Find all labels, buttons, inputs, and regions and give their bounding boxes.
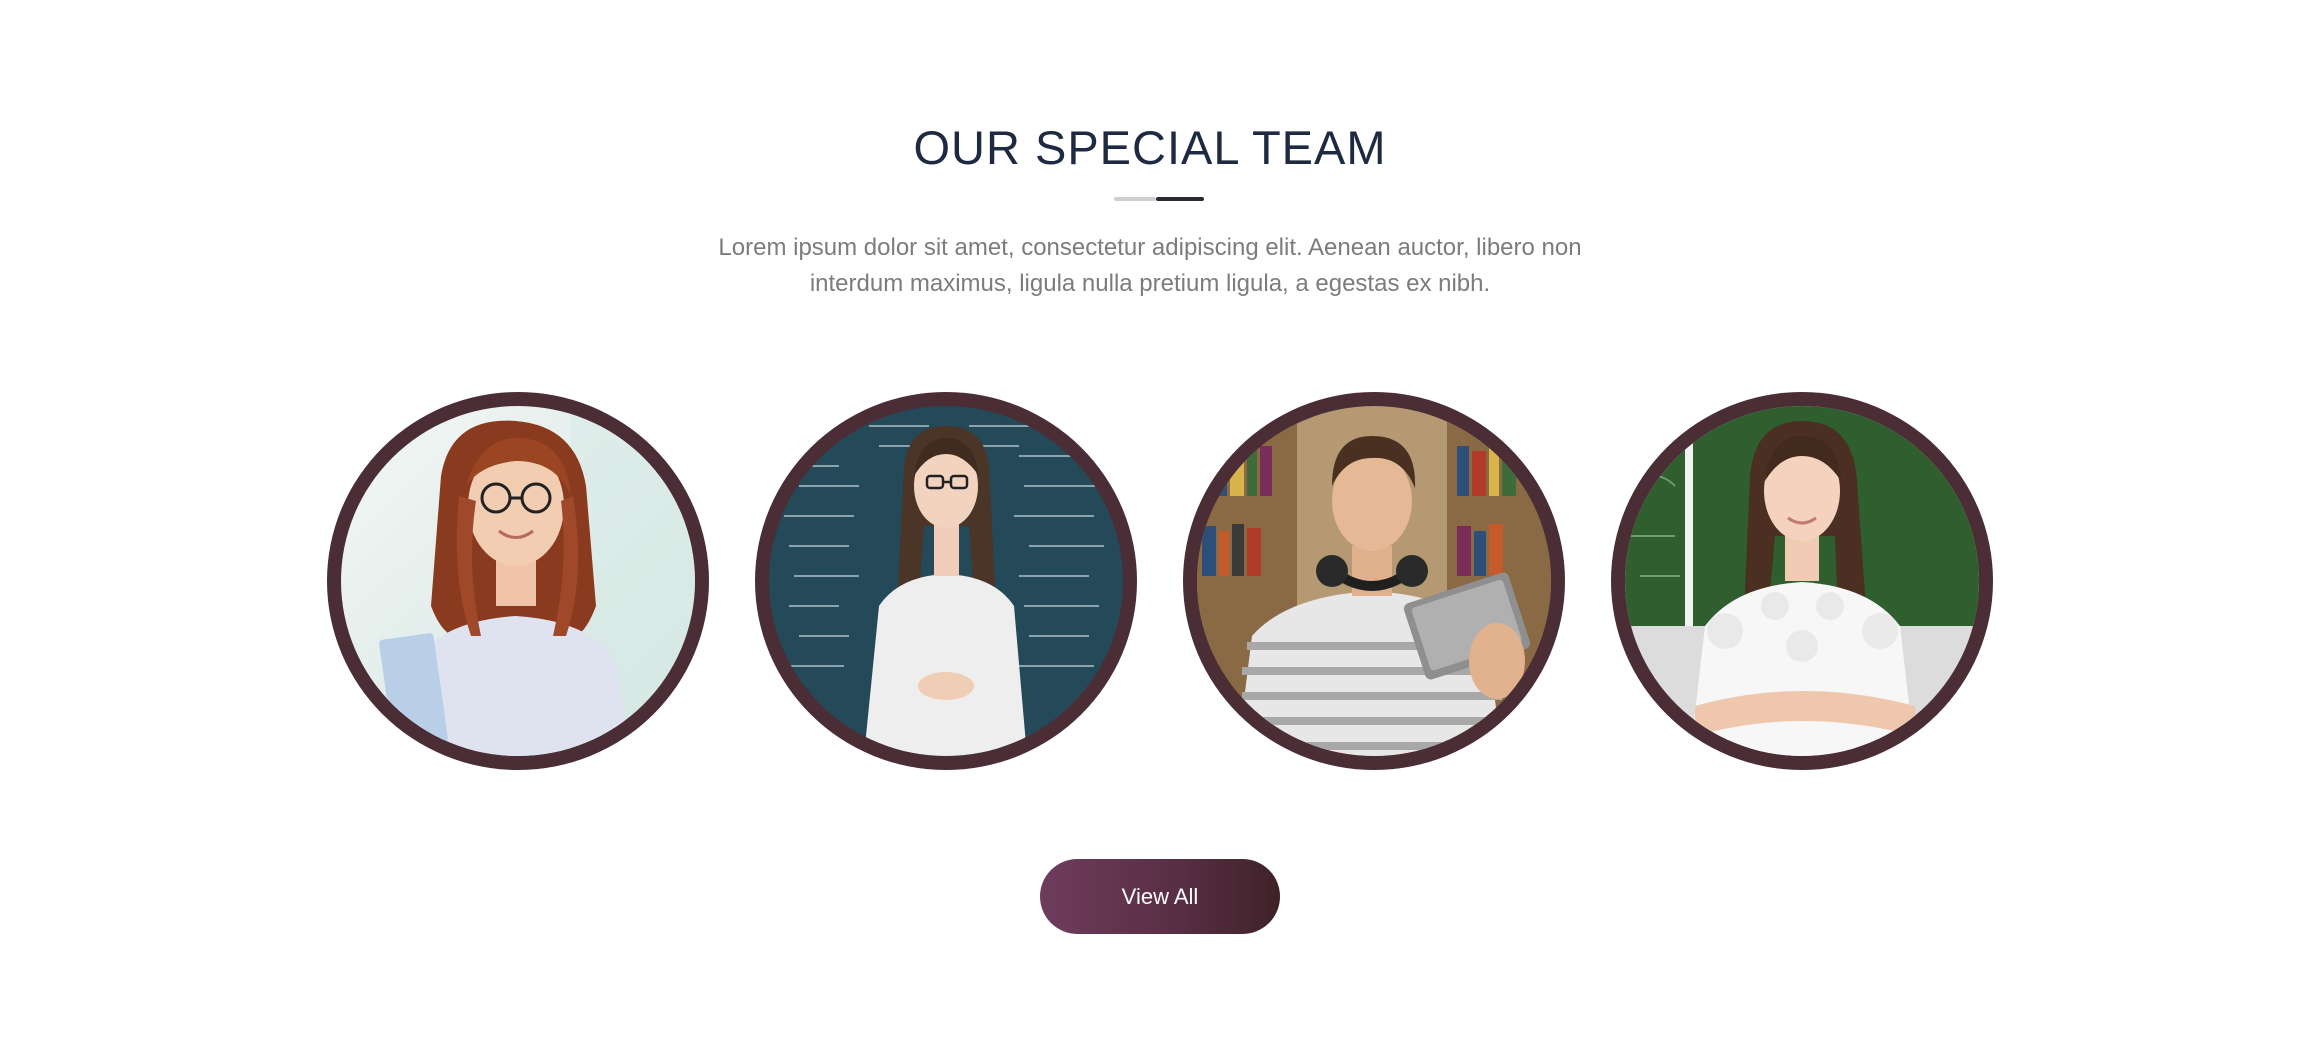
team-member-2-photo <box>769 406 1123 756</box>
view-all-button[interactable]: View All <box>1040 859 1280 934</box>
team-member-card[interactable] <box>755 392 1137 770</box>
team-section: OUR SPECIAL TEAM Lorem ipsum dolor sit a… <box>0 0 2300 1058</box>
team-member-1-photo <box>341 406 695 756</box>
team-member-card[interactable] <box>327 392 709 770</box>
section-description: Lorem ipsum dolor sit amet, consectetur … <box>718 234 1582 297</box>
section-title: OUR SPECIAL TEAM <box>913 121 1387 174</box>
team-grid <box>0 392 2300 770</box>
title-divider-light <box>1114 197 1156 201</box>
team-member-card[interactable] <box>1611 392 1993 770</box>
team-member-4-photo <box>1625 406 1979 756</box>
team-member-3-photo <box>1197 406 1551 756</box>
title-divider-dark <box>1156 197 1204 201</box>
team-member-card[interactable] <box>1183 392 1565 770</box>
